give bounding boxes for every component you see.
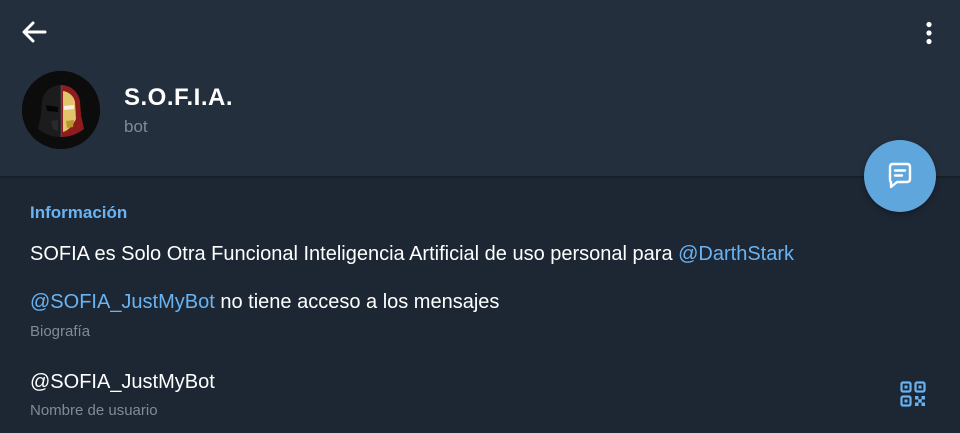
mention-link-sofia[interactable]: @SOFIA_JustMyBot [30,291,215,313]
username-value[interactable]: @SOFIA_JustMyBot [30,371,215,394]
arrow-left-icon [22,21,47,43]
bio-text: SOFIA es Solo Otra Funcional Inteligenci… [30,243,679,265]
qr-code-button[interactable] [898,379,928,409]
more-vertical-icon [926,21,932,45]
more-options-button[interactable] [912,14,946,52]
profile-status: bot [124,117,148,136]
info-section-title: Información [30,203,128,222]
bio-line-2: @SOFIA_JustMyBot no tiene acceso a los m… [30,291,499,314]
helmet-avatar-image [22,71,100,149]
header-divider [0,176,960,178]
bio-line-1: SOFIA es Solo Otra Funcional Inteligenci… [30,243,794,266]
username-caption: Nombre de usuario [30,402,158,419]
qr-code-icon [900,381,926,407]
bio-text: no tiene acceso a los mensajes [214,291,500,313]
message-icon [888,162,912,189]
send-message-button[interactable] [864,140,936,212]
profile-name: S.O.F.I.A. [124,84,234,111]
mention-link-darthstark[interactable]: @DarthStark [678,243,794,265]
avatar[interactable] [22,71,100,149]
bio-caption: Biografía [30,323,91,340]
back-button[interactable] [14,14,54,50]
